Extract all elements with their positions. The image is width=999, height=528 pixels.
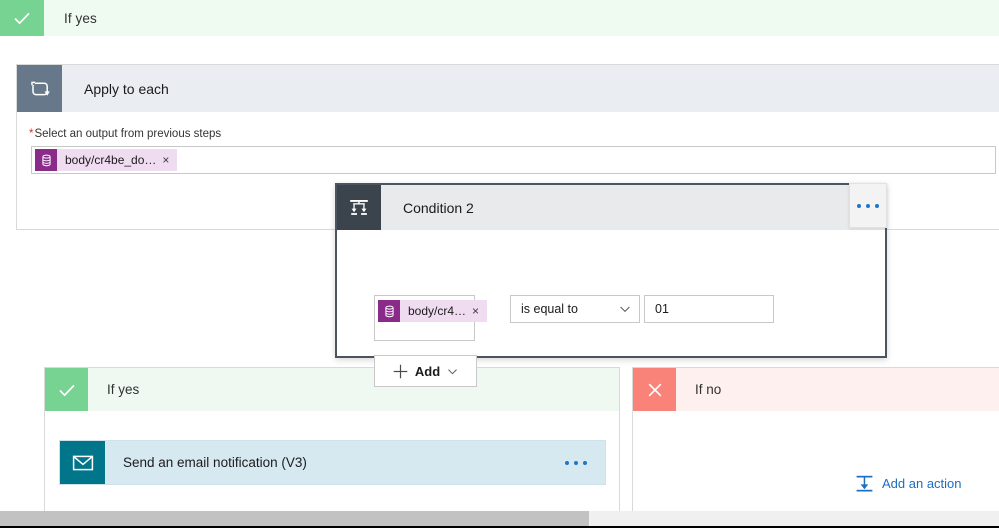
action-title: Send an email notification (V3) (123, 455, 307, 470)
condition-operand-field[interactable]: body/cr4… × (374, 295, 488, 341)
chevron-down-icon (620, 306, 630, 313)
branch-header-if-no: If no (633, 368, 999, 411)
plus-icon (393, 364, 408, 378)
condition-operator-value: is equal to (521, 302, 578, 316)
chevron-down-icon (448, 368, 458, 374)
database-icon (378, 300, 400, 322)
action-menu-button[interactable] (565, 441, 605, 484)
select-output-input[interactable]: body/cr4be_do… × (31, 146, 996, 174)
check-icon (0, 0, 44, 36)
add-an-action-label: Add an action (882, 476, 962, 491)
token-remove-button[interactable]: × (470, 305, 487, 317)
branch-label: If yes (107, 382, 140, 397)
branch-label: If no (695, 382, 722, 397)
required-marker: * (29, 128, 34, 140)
envelope-icon (60, 441, 105, 484)
branch-header-if-yes: If yes (45, 368, 619, 411)
insert-action-icon (856, 475, 873, 492)
condition-body: body/cr4… × is equal to 01 Add (337, 230, 885, 387)
token-label: body/cr4be_do… (65, 153, 157, 167)
condition-card[interactable]: Condition 2 body/cr4… × is equal to 01 A… (335, 183, 887, 387)
condition-value-input[interactable]: 01 (644, 295, 774, 323)
close-x-icon (633, 368, 676, 411)
token-remove-button[interactable]: × (160, 154, 177, 166)
ellipsis-icon (565, 460, 587, 465)
ellipsis-icon (857, 203, 879, 208)
loop-icon (17, 65, 62, 112)
condition-menu-button[interactable] (849, 183, 887, 228)
flow-designer-canvas: If yes Apply to each *Select an output f… (0, 0, 999, 528)
output-field-label-text: Select an output from previous steps (34, 128, 222, 140)
horizontal-scrollbar-thumb[interactable] (0, 511, 589, 526)
dynamic-content-token[interactable]: body/cr4be_do… × (35, 149, 178, 171)
branch-label: If yes (64, 10, 97, 26)
database-icon (35, 149, 57, 171)
action-card-send-email[interactable]: Send an email notification (V3) (59, 440, 606, 485)
add-condition-button[interactable]: Add (374, 355, 477, 387)
condition-operand-token[interactable]: body/cr4… × (378, 300, 488, 322)
branch-panel-if-no: If no Add an action (632, 367, 999, 512)
condition-operator-select[interactable]: is equal to (510, 295, 640, 323)
horizontal-scrollbar-track[interactable] (0, 511, 999, 526)
apply-to-each-header[interactable]: Apply to each (17, 65, 999, 112)
output-field-label: *Select an output from previous steps (29, 128, 221, 140)
branch-panel-if-yes: If yes Send an email notification (V3) (44, 367, 620, 512)
branch-header-if-yes-top: If yes (0, 0, 999, 36)
add-an-action-button[interactable]: Add an action (855, 474, 962, 493)
condition-header[interactable]: Condition 2 (337, 185, 885, 230)
condition-branch-icon (337, 185, 381, 230)
apply-to-each-title: Apply to each (84, 80, 169, 97)
check-icon (45, 368, 88, 411)
token-label: body/cr4… (408, 304, 467, 318)
condition-title: Condition 2 (403, 199, 474, 216)
add-condition-label: Add (414, 363, 441, 379)
